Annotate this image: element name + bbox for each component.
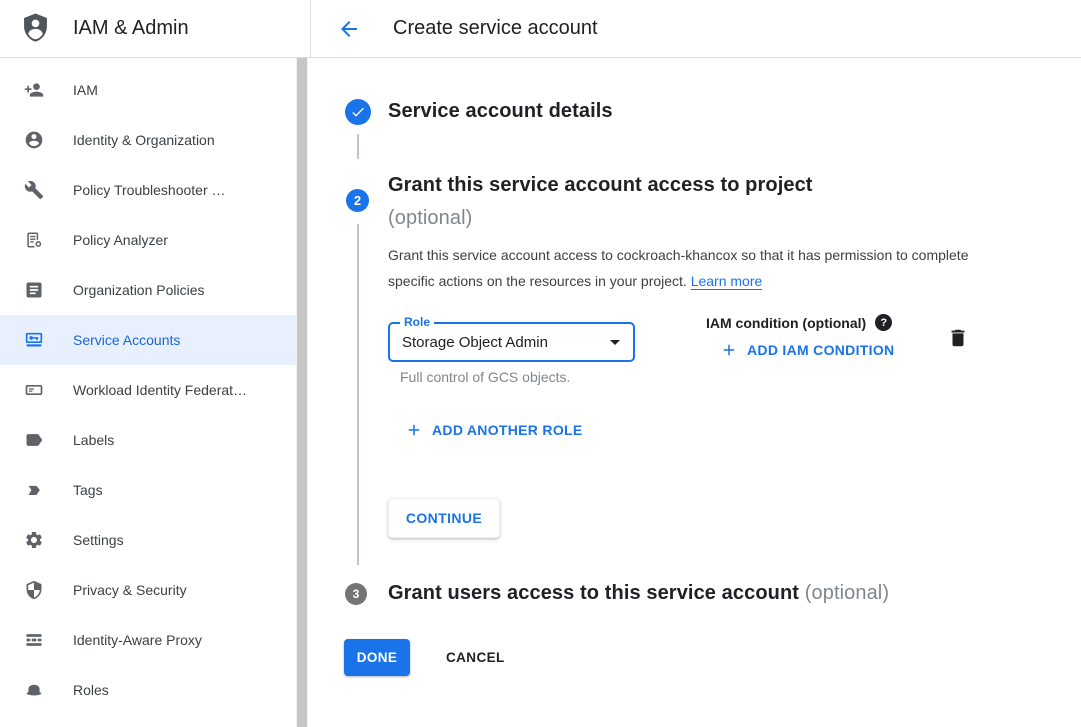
label-tag-icon [24, 430, 44, 450]
iam-admin-sidebar: IAM Identity & Organization Policy Troub… [0, 57, 296, 727]
sidebar-item-policy-analyzer[interactable]: Policy Analyzer [0, 215, 296, 265]
iam-condition-section: IAM condition (optional) ADD IAM CONDITI… [706, 314, 894, 359]
service-account-key-icon [24, 330, 44, 350]
sidebar-item-label: Identity & Organization [73, 132, 215, 148]
account-circle-icon [24, 130, 44, 150]
top-app-bar: IAM & Admin Create service account [0, 0, 1081, 58]
step2-title-text: Grant this service account access to pro… [388, 174, 813, 196]
step3-number-badge: 3 [345, 583, 367, 605]
step-connector [357, 224, 359, 565]
sidebar-item-identity-organization[interactable]: Identity & Organization [0, 115, 296, 165]
document-search-icon [24, 230, 44, 250]
dropdown-caret-icon [603, 330, 627, 354]
plus-icon [720, 341, 738, 359]
app-title: IAM & Admin [73, 17, 189, 40]
sidebar-item-label: Roles [73, 682, 109, 698]
role-field-label: Role [400, 315, 434, 329]
step3-optional-label: (optional) [805, 582, 889, 604]
wrench-icon [24, 180, 44, 200]
sidebar-scrollbar [296, 57, 308, 727]
sidebar-item-label: Policy Analyzer [73, 232, 168, 248]
cancel-button[interactable]: CANCEL [446, 639, 505, 676]
sidebar-item-label: Tags [73, 482, 103, 498]
step-connector [357, 134, 359, 159]
sidebar-item-identity-aware-proxy[interactable]: Identity-Aware Proxy [0, 615, 296, 665]
step2-description-text: Grant this service account access to coc… [388, 247, 969, 289]
sidebar-item-label: Organization Policies [73, 282, 205, 298]
sidebar-item-label: Workload Identity Federat… [73, 382, 247, 398]
sidebar-item-privacy-security[interactable]: Privacy & Security [0, 565, 296, 615]
role-helper-text: Full control of GCS objects. [400, 369, 570, 385]
document-lines-icon [24, 280, 44, 300]
step3-title-text: Grant users access to this service accou… [388, 582, 799, 604]
role-select[interactable]: Role Storage Object Admin [388, 322, 635, 362]
question-circle-icon[interactable] [875, 314, 892, 331]
page-title: Create service account [393, 17, 598, 40]
plus-icon [405, 421, 423, 439]
iam-admin-shield-icon [20, 12, 51, 45]
sidebar-item-tags[interactable]: Tags [0, 465, 296, 515]
step2-description: Grant this service account access to coc… [388, 242, 986, 294]
step2-optional-label: (optional) [388, 202, 813, 235]
sidebar-item-label: Service Accounts [73, 332, 180, 348]
iam-condition-label: IAM condition (optional) [706, 315, 866, 331]
learn-more-link[interactable]: Learn more [691, 273, 763, 289]
gear-icon [24, 530, 44, 550]
back-arrow-icon[interactable] [337, 17, 361, 41]
sidebar-item-policy-troubleshooter[interactable]: Policy Troubleshooter … [0, 165, 296, 215]
page-header: Create service account [310, 0, 1081, 57]
badge-card-icon [24, 380, 44, 400]
role-selected-value: Storage Object Admin [402, 334, 548, 351]
person-add-icon [24, 80, 44, 100]
sidebar-item-labels[interactable]: Labels [0, 415, 296, 465]
sidebar-item-workload-identity-federation[interactable]: Workload Identity Federat… [0, 365, 296, 415]
hat-icon [24, 680, 44, 700]
shield-half-icon [24, 580, 44, 600]
step3-title: Grant users access to this service accou… [388, 582, 889, 605]
proxy-grid-icon [24, 630, 44, 650]
add-iam-condition-label: ADD IAM CONDITION [747, 342, 894, 358]
create-service-account-panel: Service account details 2 Grant this ser… [310, 57, 1081, 727]
sidebar-item-settings[interactable]: Settings [0, 515, 296, 565]
sidebar-item-label: IAM [73, 82, 98, 98]
done-button[interactable]: DONE [344, 639, 410, 676]
sidebar-item-label: Policy Troubleshooter … [73, 182, 226, 198]
continue-button[interactable]: CONTINUE [388, 498, 500, 538]
sidebar-item-iam[interactable]: IAM [0, 65, 296, 115]
add-another-role-label: ADD ANOTHER ROLE [432, 422, 583, 438]
add-another-role-button[interactable]: ADD ANOTHER ROLE [405, 421, 583, 439]
sidebar-item-label: Identity-Aware Proxy [73, 632, 202, 648]
step3-optional-text: (optional) [805, 582, 889, 604]
sidebar-item-service-accounts[interactable]: Service Accounts [0, 315, 296, 365]
step2-title: Grant this service account access to pro… [388, 169, 813, 235]
sidebar-item-roles[interactable]: Roles [0, 665, 296, 715]
add-iam-condition-button[interactable]: ADD IAM CONDITION [720, 341, 894, 359]
step1-title: Service account details [388, 100, 613, 123]
sidebar-item-label: Settings [73, 532, 124, 548]
sidebar-item-organization-policies[interactable]: Organization Policies [0, 265, 296, 315]
step2-number-badge: 2 [346, 189, 369, 212]
sidebar-scrollbar-thumb[interactable] [297, 57, 307, 727]
trash-icon [947, 327, 969, 349]
sidebar-item-label: Labels [73, 432, 114, 448]
delete-role-button[interactable] [947, 327, 969, 349]
step1-completed-check-icon [345, 99, 371, 125]
product-header: IAM & Admin [0, 0, 310, 57]
sidebar-item-label: Privacy & Security [73, 582, 187, 598]
tag-arrow-icon [24, 480, 44, 500]
